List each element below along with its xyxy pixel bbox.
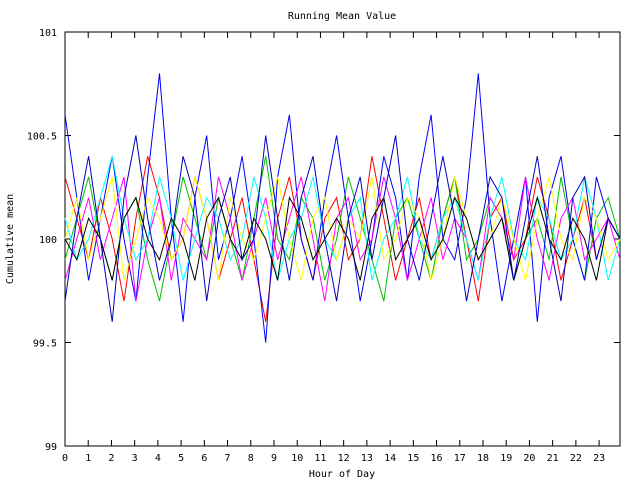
x-tick-label: 3 [132,453,138,464]
y-tick-label: 101 [39,28,57,39]
y-tick-label: 99 [45,442,57,453]
y-tick-label: 100 [39,235,57,246]
x-tick-label: 18 [477,453,489,464]
x-tick-label: 19 [500,453,512,464]
x-tick-label: 10 [291,453,303,464]
x-tick-label: 20 [523,453,535,464]
y-tick-label: 99.5 [33,339,57,350]
x-tick-label: 21 [547,453,559,464]
x-tick-label: 17 [454,453,466,464]
x-tick-label: 1 [85,453,91,464]
x-tick-label: 8 [248,453,254,464]
x-tick-label: 2 [108,453,114,464]
running-mean-chart: Running Mean Value 9999.5100100.51010 1 2 3… [5,11,621,480]
chart-title: Running Mean Value [288,11,396,22]
x-tick-label: 5 [178,453,184,464]
x-tick-label: 11 [314,453,326,464]
y-tick-label: 100.5 [27,132,57,143]
x-axis-label: Hour of Day [309,469,375,480]
x-tick-label: 22 [570,453,582,464]
x-tick-label: 13 [361,453,373,464]
x-tick-label: 23 [593,453,605,464]
x-tick-label: 12 [338,453,350,464]
x-tick-label: 15 [407,453,419,464]
x-tick-label: 16 [431,453,443,464]
x-tick-label: 4 [155,453,161,464]
x-tick-label: 6 [201,453,207,464]
x-tick-label: 14 [384,453,396,464]
x-tick-label: 0 [62,453,68,464]
x-tick-label: 9 [271,453,277,464]
y-axis-label: Cumulative mean [5,194,16,284]
plot-area: 9999.5100100.51010 1 2 3 4 5 6 7 8 9 10 11 12 13 14 15 1… [27,28,621,464]
x-tick-label: 7 [225,453,231,464]
